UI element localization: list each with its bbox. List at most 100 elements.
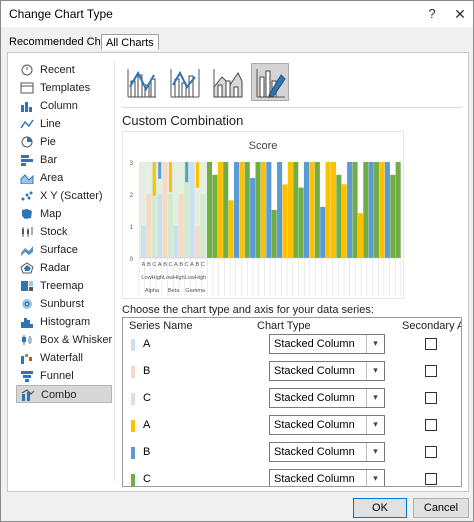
bar-accent [196, 162, 199, 188]
sidebar-item-area[interactable]: Area [16, 169, 112, 187]
bar-column [336, 174, 342, 258]
chart-type-value: Stacked Column [274, 365, 355, 377]
series-name: A [143, 338, 151, 350]
bar-column [374, 162, 380, 258]
sidebar-item-waterfall[interactable]: Waterfall [16, 349, 112, 367]
sunburst-chart-icon [20, 298, 34, 310]
x-tick-label: Gamma [185, 288, 206, 294]
x-tick-label: A [142, 262, 146, 268]
sidebar-item-templates[interactable]: Templates [16, 79, 112, 97]
sidebar-item-line[interactable]: Line [16, 115, 112, 133]
series-color-swatch [131, 339, 135, 351]
sidebar-item-radar[interactable]: Radar [16, 259, 112, 277]
series-row: C Stacked Column ▾ [123, 467, 461, 486]
bar-column [379, 162, 385, 258]
sidebar-item-stock[interactable]: Stock [16, 223, 112, 241]
chevron-down-icon[interactable]: ▾ [366, 416, 384, 434]
sidebar-item-label: Waterfall [40, 352, 83, 364]
sidebar-item-map[interactable]: Map [16, 205, 112, 223]
x-tick-label: B [147, 262, 151, 268]
bar-column [223, 162, 229, 258]
sidebar-item-histogram[interactable]: Histogram [16, 313, 112, 331]
sidebar-item-pie[interactable]: Pie [16, 133, 112, 151]
secondary-axis-checkbox[interactable] [425, 392, 437, 404]
custom-combination-icon[interactable] [251, 63, 289, 101]
sidebar-item-label: Stock [40, 226, 68, 238]
chart-type-dropdown[interactable]: Stacked Column ▾ [269, 334, 385, 354]
bar-c [200, 194, 206, 258]
bar-column [384, 162, 390, 258]
sidebar-item-sunburst[interactable]: Sunburst [16, 295, 112, 313]
chart-title: Score [248, 140, 278, 152]
tab-all-charts[interactable]: All Charts [101, 34, 159, 50]
sidebar-item-box-whisker[interactable]: Box & Whisker [16, 331, 112, 349]
sidebar-item-scatter[interactable]: X Y (Scatter) [16, 187, 112, 205]
ok-button[interactable]: OK [353, 498, 407, 518]
x-tick-label: C [201, 262, 205, 268]
chevron-down-icon[interactable]: ▾ [366, 335, 384, 353]
bar-column [395, 162, 401, 258]
series-color-swatch [131, 420, 135, 432]
sidebar-item-recent[interactable]: Recent [16, 61, 112, 79]
map-chart-icon [20, 208, 34, 220]
dialog-title: Change Chart Type [9, 7, 113, 21]
histogram-chart-icon [20, 316, 34, 328]
secondary-axis-checkbox[interactable] [425, 365, 437, 377]
series-instructions: Choose the chart type and axis for your … [122, 304, 374, 316]
chevron-down-icon[interactable]: ▾ [366, 389, 384, 407]
x-tick-label: High [152, 275, 164, 281]
bar-accent [152, 162, 156, 196]
chevron-down-icon[interactable]: ▾ [366, 470, 384, 486]
sidebar-item-bar[interactable]: Bar [16, 151, 112, 169]
bar-column [239, 162, 245, 258]
series-row: A Stacked Column ▾ [123, 413, 461, 440]
bar-column [352, 162, 358, 258]
templates-icon [20, 82, 34, 94]
sidebar-item-funnel[interactable]: Funnel [16, 367, 112, 385]
bar-column [363, 162, 369, 258]
help-button[interactable]: ? [421, 4, 443, 24]
secondary-axis-checkbox[interactable] [425, 473, 437, 485]
sidebar-item-label: Surface [40, 244, 78, 256]
x-tick-label: Beta [168, 288, 180, 294]
bar-column [260, 162, 266, 258]
bar-column [325, 162, 331, 258]
bar-column [277, 162, 283, 258]
clustered-column-line-icon[interactable] [122, 63, 160, 101]
secondary-axis-checkbox[interactable] [425, 419, 437, 431]
bar-b [162, 162, 168, 258]
surface-chart-icon [20, 244, 34, 256]
chart-type-dropdown[interactable]: Stacked Column ▾ [269, 415, 385, 435]
secondary-axis-checkbox[interactable] [425, 446, 437, 458]
sidebar-item-label: Treemap [40, 280, 84, 292]
sidebar-item-combo[interactable]: Combo [16, 385, 112, 403]
waterfall-chart-icon [20, 352, 34, 364]
chart-type-dropdown[interactable]: Stacked Column ▾ [269, 469, 385, 486]
clustered-column-line-secondary-axis-icon[interactable] [165, 63, 203, 101]
bar-a [157, 194, 162, 258]
bar-column [314, 162, 320, 258]
bar-column [228, 200, 234, 258]
sidebar-item-column[interactable]: Column [16, 97, 112, 115]
y-tick-label: 3 [130, 161, 134, 167]
bar-accent [158, 162, 162, 179]
cancel-button[interactable]: Cancel [413, 498, 469, 518]
chart-type-dropdown[interactable]: Stacked Column ▾ [269, 388, 385, 408]
chart-type-dropdown[interactable]: Stacked Column ▾ [269, 442, 385, 462]
series-row: B Stacked Column ▾ [123, 440, 461, 467]
chevron-down-icon[interactable]: ▾ [366, 443, 384, 461]
bar-c [168, 194, 173, 258]
secondary-axis-checkbox[interactable] [425, 338, 437, 350]
sidebar-item-label: Combo [41, 389, 77, 401]
stacked-area-clustered-column-icon[interactable] [208, 63, 246, 101]
close-button[interactable]: ✕ [449, 4, 471, 24]
series-row: B Stacked Column ▾ [123, 359, 461, 386]
sidebar-item-label: Column [40, 100, 78, 112]
chart-type-dropdown[interactable]: Stacked Column ▾ [269, 361, 385, 381]
sidebar-item-treemap[interactable]: Treemap [16, 277, 112, 295]
sidebar-item-label: Line [40, 118, 61, 130]
bar-column [217, 162, 223, 258]
sidebar-item-label: Area [40, 172, 64, 184]
chevron-down-icon[interactable]: ▾ [366, 362, 384, 380]
sidebar-item-surface[interactable]: Surface [16, 241, 112, 259]
